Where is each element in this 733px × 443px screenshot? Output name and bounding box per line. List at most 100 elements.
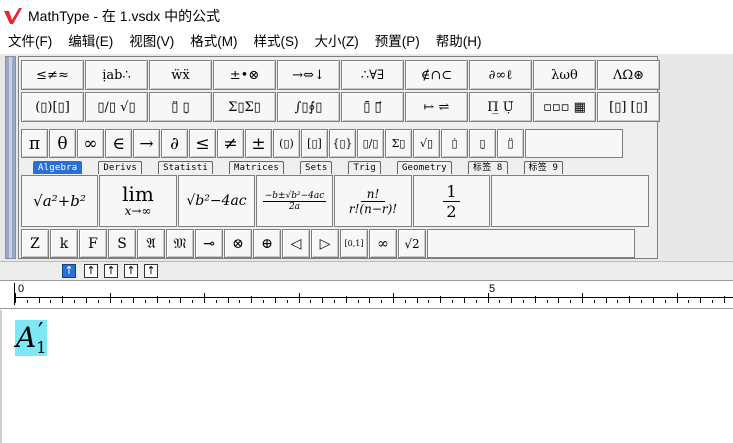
palette-operators[interactable]: ±•⊗ [213, 60, 276, 90]
quadratic-numerator: −b±√b²−4ac [262, 190, 327, 202]
tab-label-9[interactable]: 标签 9 [523, 161, 564, 174]
menu-style[interactable]: 样式(S) [246, 31, 307, 54]
template-pythagorean[interactable]: √a²+b² [21, 175, 98, 227]
palette-logic[interactable]: ∴∀∃ [341, 60, 404, 90]
symbol-infinity[interactable]: ∞ [77, 129, 104, 158]
template-one-half[interactable]: 1 2 [413, 175, 490, 227]
equation-editor[interactable]: A1 ′ [0, 310, 733, 443]
menu-preferences[interactable]: 预置(P) [367, 31, 428, 54]
template-parentheses[interactable]: (▯) [273, 129, 300, 158]
palette-sets[interactable]: ∉∩⊂ [405, 60, 468, 90]
symbol-multimap[interactable]: ⊸ [195, 229, 223, 258]
title-bar: MathType - 在 1.vsdx 中的公式 [0, 0, 733, 31]
symbol-plus-minus[interactable]: ± [245, 129, 272, 158]
palette-spaces[interactable]: ịab∴ [85, 60, 148, 90]
palette-fences[interactable]: (▯)[▯] [21, 92, 84, 122]
toolbar-frame: ≤≠≈ ịab∴ ẅẍ ±•⊗ →⇔↓ ∴∀∃ ∉∩⊂ ∂∞ℓ λωθ ΛΩ⊛ … [18, 56, 661, 259]
tab-bar: Algebra Derivs Statisti Matrices Sets Tr… [33, 161, 579, 176]
tab-statistics[interactable]: Statisti [158, 161, 214, 174]
template-subscript[interactable]: ▯̣ [469, 129, 496, 158]
palette-products[interactable]: Π̲ Ụ̈ [469, 92, 532, 122]
palette-greek-lower[interactable]: λωθ [533, 60, 596, 90]
tab-sets[interactable]: Sets [299, 161, 333, 174]
limit-subscript: x→∞ [124, 204, 152, 218]
combination-numerator: n! [360, 187, 386, 202]
template-brackets[interactable]: [▯] [301, 129, 328, 158]
template-row-empty [491, 175, 649, 227]
symbol-circled-plus[interactable]: ⊕ [253, 229, 281, 258]
template-combination[interactable]: n! r!(n−r)! [334, 175, 412, 227]
symbol-fraktur-m[interactable]: 𝔐 [166, 229, 194, 258]
ruler[interactable]: 0 5 [0, 280, 733, 309]
template-superscript[interactable]: ▯̇ [441, 129, 468, 158]
template-quadratic-formula[interactable]: −b±√b²−4ac 2a [256, 175, 333, 227]
tab-matrices[interactable]: Matrices [229, 161, 284, 174]
symbol-element-of[interactable]: ∈ [105, 129, 132, 158]
template-summation[interactable]: Σ▯ [385, 129, 412, 158]
menu-format[interactable]: 格式(M) [182, 31, 245, 54]
symbol-sqrt-two[interactable]: √2 [398, 229, 426, 258]
palette-embellishments[interactable]: ẅẍ [149, 60, 212, 90]
size-full-button[interactable]: ↑ [62, 264, 76, 278]
equation-prime: ′ [38, 318, 44, 346]
symbol-not-equal[interactable]: ≠ [217, 129, 244, 158]
small-symbol-bar-empty [427, 229, 635, 258]
palette-matrices[interactable]: ▫▫▫ ▦ [533, 92, 596, 122]
limit-label: lim [122, 182, 154, 206]
symbol-double-struck-k[interactable]: k [50, 229, 78, 258]
palette-arrows[interactable]: →⇔↓ [277, 60, 340, 90]
symbol-double-struck-f[interactable]: F [79, 229, 107, 258]
symbol-partial[interactable]: ∂ [161, 129, 188, 158]
palette-fractions[interactable]: ▯/▯ √▯ [85, 92, 148, 122]
menu-size[interactable]: 大小(Z) [307, 31, 367, 54]
palette-row-1: ≤≠≈ ịab∴ ẅẍ ±•⊗ →⇔↓ ∴∀∃ ∉∩⊂ ∂∞ℓ λωθ ΛΩ⊛ [21, 60, 661, 90]
symbol-fraktur-a[interactable]: 𝔄 [137, 229, 165, 258]
symbol-pi[interactable]: π [21, 129, 48, 158]
symbol-infinity-small[interactable]: ∞ [369, 229, 397, 258]
palette-bars[interactable]: ▯̄ ▯⃗ [341, 92, 404, 122]
menu-file[interactable]: 文件(F) [0, 31, 60, 54]
template-discriminant[interactable]: √b²−4ac [178, 175, 255, 227]
tab-trig[interactable]: Trig [348, 161, 381, 174]
symbol-circled-times[interactable]: ⊗ [224, 229, 252, 258]
quadratic-denominator: 2a [288, 201, 301, 212]
symbol-right-triangle[interactable]: ▷ [311, 229, 339, 258]
menu-help[interactable]: 帮助(H) [428, 31, 490, 54]
symbol-double-struck-z[interactable]: Z [21, 229, 49, 258]
equation-selection[interactable]: A1 ′ [15, 318, 47, 357]
menu-view[interactable]: 视图(V) [121, 31, 182, 54]
symbol-less-equal[interactable]: ≤ [189, 129, 216, 158]
palette-relations[interactable]: ≤≠≈ [21, 60, 84, 90]
tab-geometry[interactable]: Geometry [396, 161, 452, 174]
template-fraction[interactable]: ▯/▯ [357, 129, 384, 158]
palette-greek-upper[interactable]: ΛΩ⊛ [597, 60, 660, 90]
palette-scripts[interactable]: ▯̈ ▯̣ [149, 92, 212, 122]
half-numerator: 1 [443, 182, 460, 202]
symbol-right-arrow[interactable]: → [133, 129, 160, 158]
tab-label-8[interactable]: 标签 8 [467, 161, 508, 174]
template-subsuperscript[interactable]: ▯̈ [497, 129, 524, 158]
tab-derivs[interactable]: Derivs [98, 161, 143, 174]
menu-edit[interactable]: 编辑(E) [60, 31, 121, 54]
symbol-left-triangle[interactable]: ◁ [282, 229, 310, 258]
symbol-interval[interactable]: [0,1] [340, 229, 368, 258]
template-square-root[interactable]: √▯ [413, 129, 440, 158]
ruler-scale: 0 5 [14, 283, 733, 305]
tab-algebra[interactable]: Algebra [33, 161, 83, 174]
size-sub-subscript-button[interactable]: ↑ [104, 264, 118, 278]
palette-boxes[interactable]: [▯] [▯] [597, 92, 660, 122]
symbol-bar: π θ ∞ ∈ → ∂ ≤ ≠ ± (▯) [▯] {▯} ▯/▯ Σ▯ √▯ … [21, 129, 623, 158]
template-braces[interactable]: {▯} [329, 129, 356, 158]
symbol-script-s[interactable]: S [108, 229, 136, 258]
size-sub-symbol-button[interactable]: ↑ [144, 264, 158, 278]
template-limit[interactable]: lim x→∞ [99, 175, 177, 227]
palette-misc[interactable]: ∂∞ℓ [469, 60, 532, 90]
palette-sums[interactable]: Σ▯Σ▯ [213, 92, 276, 122]
small-symbol-bar: Z k F S 𝔄 𝔐 ⊸ ⊗ ⊕ ◁ ▷ [0,1] ∞ √2 [21, 229, 635, 258]
size-symbol-button[interactable]: ↑ [124, 264, 138, 278]
size-subscript-button[interactable]: ↑ [84, 264, 98, 278]
toolbar-grip[interactable] [5, 56, 16, 259]
palette-labeled-arrows[interactable]: ⥛ ⇌ [405, 92, 468, 122]
symbol-theta[interactable]: θ [49, 129, 76, 158]
palette-integrals[interactable]: ∫▯∮▯ [277, 92, 340, 122]
